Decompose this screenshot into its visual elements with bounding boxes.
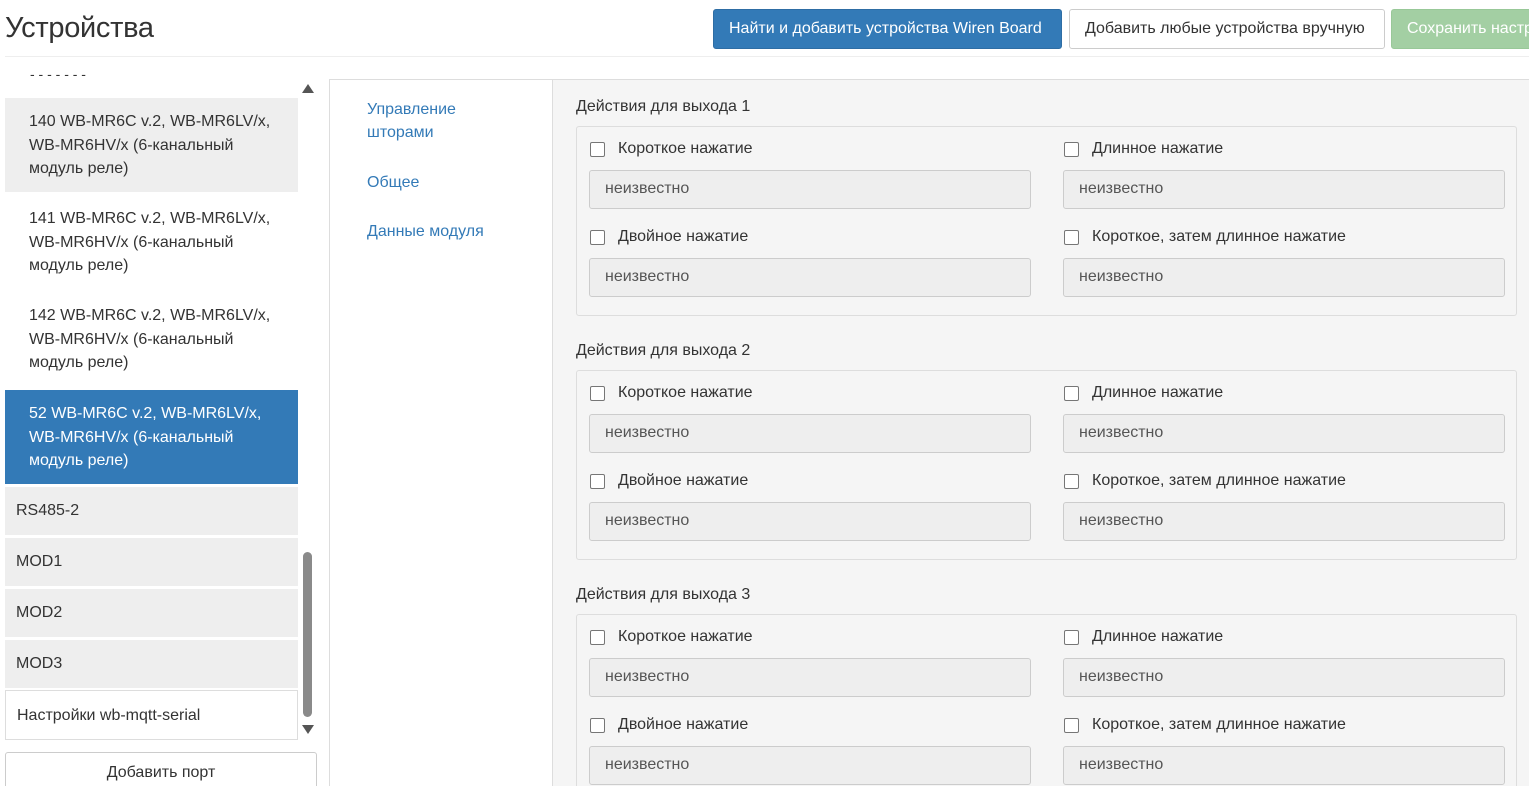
sidebar-port-rs485-2[interactable]: RS485-2 <box>5 487 298 535</box>
tab-general[interactable]: Общее <box>367 171 419 194</box>
short-press-checkbox[interactable] <box>590 629 605 645</box>
scroll-up-arrow-icon[interactable] <box>302 84 314 93</box>
short-long-press-value-input: неизвестно <box>1063 258 1505 297</box>
sidebar-port-label: MOD1 <box>16 553 63 570</box>
scroll-down-arrow-icon[interactable] <box>302 725 314 734</box>
group-title-output-1: Действия для выхода 1 <box>576 98 751 115</box>
sidebar-port-label: MOD3 <box>16 655 63 672</box>
field-double-press: Двойное нажатие неизвестно <box>589 227 1031 297</box>
long-press-checkbox[interactable] <box>1064 385 1079 401</box>
short-long-press-value-input: неизвестно <box>1063 746 1505 785</box>
long-press-checkbox[interactable] <box>1064 141 1079 157</box>
field-label: Короткое нажатие <box>618 628 753 645</box>
short-long-press-checkbox[interactable] <box>1064 229 1079 245</box>
sidebar-clipped-item: - - - - - - - <box>30 68 86 82</box>
sidebar-port-mod3[interactable]: MOD3 <box>5 640 298 688</box>
field-label: Короткое, затем длинное нажатие <box>1092 228 1346 245</box>
long-press-checkbox[interactable] <box>1064 629 1079 645</box>
field-short-long-press: Короткое, затем длинное нажатие неизвест… <box>1063 715 1505 785</box>
short-press-checkbox[interactable] <box>590 385 605 401</box>
add-port-button[interactable]: Добавить порт <box>5 752 317 786</box>
scroll-thumb[interactable] <box>303 552 312 717</box>
double-press-value-input: неизвестно <box>589 258 1031 297</box>
add-port-label: Добавить порт <box>106 764 216 781</box>
short-press-value-input: неизвестно <box>589 658 1031 697</box>
field-long-press: Длинное нажатие неизвестно <box>1063 139 1505 209</box>
field-double-press: Двойное нажатие неизвестно <box>589 715 1031 785</box>
sidebar-device-142[interactable]: 142 WB-MR6C v.2, WB-MR6LV/x, WB-MR6HV/x … <box>5 292 298 386</box>
sidebar-device-52-active[interactable]: 52 WB-MR6C v.2, WB-MR6LV/x, WB-MR6HV/x (… <box>5 390 298 484</box>
long-press-value-input: неизвестно <box>1063 414 1505 453</box>
group-box-output-1: Короткое нажатие неизвестно Длинное нажа… <box>576 126 1517 316</box>
group-title-output-2: Действия для выхода 2 <box>576 342 751 359</box>
sidebar-scrollbar[interactable] <box>301 80 314 740</box>
double-press-checkbox[interactable] <box>590 229 605 245</box>
sidebar-settings-label: Настройки wb-mqtt-serial <box>17 707 201 724</box>
sidebar-serial-settings[interactable]: Настройки wb-mqtt-serial <box>5 690 298 740</box>
long-press-value-input: неизвестно <box>1063 170 1505 209</box>
field-label: Длинное нажатие <box>1092 140 1224 157</box>
sidebar-port-label: RS485-2 <box>16 502 80 519</box>
field-label: Длинное нажатие <box>1092 384 1224 401</box>
short-long-press-value-input: неизвестно <box>1063 502 1505 541</box>
group-box-output-2: Короткое нажатие неизвестно Длинное нажа… <box>576 370 1517 560</box>
sidebar-item-label: 140 WB-MR6C v.2, WB-MR6LV/x, WB-MR6HV/x … <box>29 113 271 177</box>
settings-content: Действия для выхода 1 Короткое нажатие н… <box>554 80 1529 786</box>
short-press-value-input: неизвестно <box>589 170 1031 209</box>
save-settings-button[interactable]: Сохранить настройки <box>1391 9 1529 49</box>
field-long-press: Длинное нажатие неизвестно <box>1063 383 1505 453</box>
double-press-value-input: неизвестно <box>589 502 1031 541</box>
short-press-checkbox[interactable] <box>590 141 605 157</box>
settings-tabs: Управление шторами Общее Данные модуля <box>330 80 553 786</box>
field-double-press: Двойное нажатие неизвестно <box>589 471 1031 541</box>
double-press-checkbox[interactable] <box>590 717 605 733</box>
field-label: Короткое, затем длинное нажатие <box>1092 472 1346 489</box>
sidebar-device-141[interactable]: 141 WB-MR6C v.2, WB-MR6LV/x, WB-MR6HV/x … <box>5 195 298 289</box>
field-label: Двойное нажатие <box>618 228 749 245</box>
page-title: Устройства <box>5 12 154 44</box>
group-box-output-3: Короткое нажатие неизвестно Длинное нажа… <box>576 614 1517 786</box>
field-label: Длинное нажатие <box>1092 628 1224 645</box>
tab-curtain-control[interactable]: Управление шторами <box>367 98 497 144</box>
sidebar-port-mod2[interactable]: MOD2 <box>5 589 298 637</box>
field-short-long-press: Короткое, затем длинное нажатие неизвест… <box>1063 227 1505 297</box>
field-short-long-press: Короткое, затем длинное нажатие неизвест… <box>1063 471 1505 541</box>
short-long-press-checkbox[interactable] <box>1064 717 1079 733</box>
double-press-value-input: неизвестно <box>589 746 1031 785</box>
tab-module-data[interactable]: Данные модуля <box>367 220 484 243</box>
field-label: Короткое нажатие <box>618 384 753 401</box>
header-divider <box>5 56 1529 57</box>
field-short-press: Короткое нажатие неизвестно <box>589 627 1031 697</box>
field-label: Короткое, затем длинное нажатие <box>1092 716 1346 733</box>
sidebar-port-label: MOD2 <box>16 604 63 621</box>
sidebar-item-label: 142 WB-MR6C v.2, WB-MR6LV/x, WB-MR6HV/x … <box>29 307 271 371</box>
long-press-value-input: неизвестно <box>1063 658 1505 697</box>
device-settings-panel: Управление шторами Общее Данные модуля Д… <box>329 79 1529 786</box>
add-manual-button[interactable]: Добавить любые устройства вручную <box>1069 9 1385 49</box>
device-sidebar: - - - - - - - 140 WB-MR6C v.2, WB-MR6LV/… <box>5 68 298 740</box>
field-label: Двойное нажатие <box>618 716 749 733</box>
field-short-press: Короткое нажатие неизвестно <box>589 139 1031 209</box>
field-long-press: Длинное нажатие неизвестно <box>1063 627 1505 697</box>
sidebar-port-mod1[interactable]: MOD1 <box>5 538 298 586</box>
group-title-output-3: Действия для выхода 3 <box>576 586 751 603</box>
sidebar-item-label: 141 WB-MR6C v.2, WB-MR6LV/x, WB-MR6HV/x … <box>29 210 271 274</box>
field-short-press: Короткое нажатие неизвестно <box>589 383 1031 453</box>
field-label: Короткое нажатие <box>618 140 753 157</box>
short-press-value-input: неизвестно <box>589 414 1031 453</box>
field-label: Двойное нажатие <box>618 472 749 489</box>
sidebar-item-label: 52 WB-MR6C v.2, WB-MR6LV/x, WB-MR6HV/x (… <box>29 405 262 469</box>
double-press-checkbox[interactable] <box>590 473 605 489</box>
short-long-press-checkbox[interactable] <box>1064 473 1079 489</box>
scan-devices-button[interactable]: Найти и добавить устройства Wiren Board <box>713 9 1062 49</box>
sidebar-device-140[interactable]: 140 WB-MR6C v.2, WB-MR6LV/x, WB-MR6HV/x … <box>5 98 298 192</box>
